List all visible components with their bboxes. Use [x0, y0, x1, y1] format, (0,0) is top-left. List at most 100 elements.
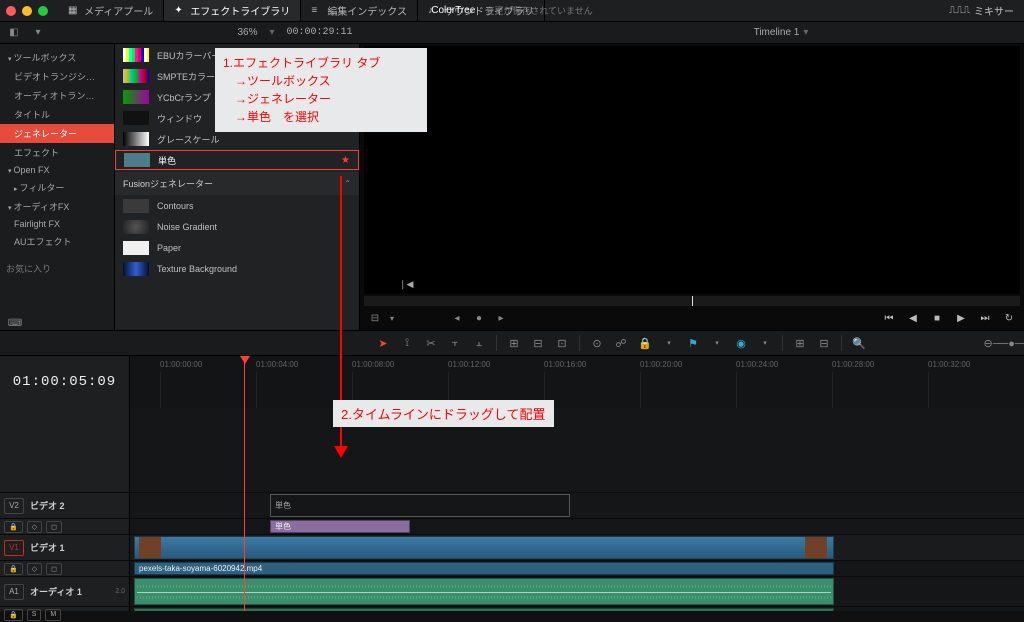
fx-row-solid[interactable]: 単色★: [115, 150, 359, 170]
track-tag[interactable]: V2: [4, 498, 24, 514]
scrub-position[interactable]: [692, 296, 693, 306]
snap-icon[interactable]: ⊙: [588, 334, 606, 352]
playhead-icon[interactable]: [240, 356, 250, 364]
marker-dot-icon[interactable]: ●: [472, 311, 486, 325]
lock-toggle[interactable]: 🔒: [4, 609, 23, 621]
tree-effects[interactable]: エフェクト: [0, 143, 114, 162]
mute-toggle[interactable]: ◻: [46, 563, 62, 575]
tree-au-effects[interactable]: AUエフェクト: [0, 232, 114, 251]
tree-toolbox[interactable]: ツールボックス: [0, 48, 114, 67]
lock-icon[interactable]: 🔒: [636, 334, 654, 352]
tree-titles[interactable]: タイトル: [0, 105, 114, 124]
tree-openfx[interactable]: Open FX: [0, 162, 114, 178]
bin2-icon[interactable]: ⊟: [815, 334, 833, 352]
tree-filters[interactable]: フィルター: [0, 178, 114, 197]
play-icon[interactable]: ▶: [954, 311, 968, 325]
viewer-canvas[interactable]: ❘◀: [364, 46, 1020, 294]
tab-edit-index[interactable]: ≡ 編集インデックス: [301, 0, 418, 21]
track-header-v1[interactable]: V1 ビデオ 1: [0, 534, 129, 560]
favorite-star-icon[interactable]: ★: [341, 155, 350, 166]
timeline-name[interactable]: Timeline 1: [754, 27, 800, 38]
fx-row[interactable]: Texture Background: [115, 259, 359, 279]
tree-favorites[interactable]: お気に入り: [0, 259, 114, 278]
fx-category-fusion[interactable]: Fusionジェネレーター⌃: [115, 172, 359, 195]
step-back-icon[interactable]: ❘◀: [399, 279, 413, 290]
panel-toggle-icon[interactable]: ◧: [6, 25, 22, 41]
fx-row[interactable]: Noise Gradient: [115, 217, 359, 237]
window-controls[interactable]: [6, 6, 48, 16]
tree-video-transitions[interactable]: ビデオトランジシ…: [0, 67, 114, 86]
video-clip[interactable]: [134, 536, 834, 559]
overwrite-clip-icon[interactable]: ⊟: [529, 334, 547, 352]
chevron-down-icon[interactable]: ▾: [390, 314, 394, 323]
tree-fairlight[interactable]: Fairlight FX: [0, 216, 114, 232]
track-v2[interactable]: 単色: [130, 492, 1024, 518]
track-header-a1[interactable]: A1 オーディオ 1 2.0: [0, 576, 129, 606]
mute-toggle[interactable]: M: [45, 609, 61, 621]
close-icon[interactable]: [6, 6, 16, 16]
prev-frame-icon[interactable]: ◀: [906, 311, 920, 325]
tree-audiofx[interactable]: オーディオFX: [0, 197, 114, 216]
lock-toggle[interactable]: 🔒: [4, 563, 23, 575]
solid-clip[interactable]: 単色: [270, 520, 410, 533]
empty-clip-placeholder[interactable]: 単色: [270, 494, 570, 517]
track-header-v2[interactable]: V2 ビデオ 2: [0, 492, 129, 518]
mute-toggle[interactable]: ◻: [46, 521, 62, 533]
solo-toggle[interactable]: S: [27, 609, 42, 621]
marker-icon[interactable]: ◉: [732, 334, 750, 352]
timeline-ruler[interactable]: 01:00:00:0001:00:04:0001:00:08:0001:00:1…: [130, 356, 1024, 408]
loop-icon[interactable]: ↻: [1002, 311, 1016, 325]
last-frame-icon[interactable]: ⏭: [978, 311, 992, 325]
track-tag[interactable]: A1: [4, 584, 24, 600]
prev-marker-icon[interactable]: ◂: [450, 311, 464, 325]
tab-media-pool[interactable]: ▦ メディアプール: [58, 0, 164, 21]
insert-clip-icon[interactable]: ⊞: [505, 334, 523, 352]
ruler-tick: 01:00:00:00: [160, 360, 202, 369]
timecode-display[interactable]: 01:00:05:09: [0, 356, 129, 408]
tab-effects-library[interactable]: ✦ エフェクトライブラリ: [164, 0, 301, 21]
trim-tool-icon[interactable]: ⟟: [398, 334, 416, 352]
next-marker-icon[interactable]: ▸: [494, 311, 508, 325]
lock-toggle[interactable]: 🔒: [4, 521, 23, 533]
chevron-down-icon[interactable]: ▾: [708, 334, 726, 352]
flag-icon[interactable]: ⚑: [684, 334, 702, 352]
tree-audio-transitions[interactable]: オーディオトラン…: [0, 86, 114, 105]
video-clip-label-track[interactable]: pexels-taka-soyama-6020942.mp4: [134, 562, 834, 575]
search-icon[interactable]: 🔍: [850, 334, 868, 352]
track-a1[interactable]: [130, 576, 1024, 606]
append-tool-icon[interactable]: ⫠: [470, 334, 488, 352]
tree-generators[interactable]: ジェネレーター: [0, 124, 114, 143]
scrubber[interactable]: [364, 296, 1020, 306]
audio-clip[interactable]: [134, 578, 834, 605]
fx-row[interactable]: Paper: [115, 238, 359, 258]
link-icon[interactable]: ☍: [612, 334, 630, 352]
list-icon: ≡: [311, 5, 323, 17]
bypass-icon[interactable]: ⊟: [368, 311, 382, 325]
insert-tool-icon[interactable]: ⫟: [446, 334, 464, 352]
first-frame-icon[interactable]: ⏮: [882, 311, 896, 325]
zoom-percent[interactable]: 36%: [237, 27, 257, 38]
minimize-icon[interactable]: [22, 6, 32, 16]
zoom-slider-icon[interactable]: ⊖──●──: [998, 334, 1016, 352]
replace-clip-icon[interactable]: ⊡: [553, 334, 571, 352]
mixer-button[interactable]: ⎍⎍⎍ ミキサー: [949, 3, 1014, 18]
disable-toggle[interactable]: ◇: [27, 563, 42, 575]
playhead-line[interactable]: [244, 356, 245, 611]
track-tag[interactable]: V1: [4, 540, 24, 556]
keyboard-icon[interactable]: ⌨: [0, 312, 30, 334]
track-v1[interactable]: [130, 534, 1024, 560]
audio-clip-label-track[interactable]: pexels-taka-soyama-6020942.mp4: [134, 608, 834, 611]
chevron-down-icon[interactable]: ▾: [30, 25, 46, 41]
fx-row[interactable]: グレースケール: [115, 129, 359, 149]
zoom-icon[interactable]: [38, 6, 48, 16]
bin-icon[interactable]: ⊞: [791, 334, 809, 352]
track-name: ビデオ 1: [30, 541, 65, 554]
fx-row[interactable]: Contours: [115, 196, 359, 216]
stop-icon[interactable]: ■: [930, 311, 944, 325]
chevron-down-icon[interactable]: ▾: [660, 334, 678, 352]
blade-tool-icon[interactable]: ✂: [422, 334, 440, 352]
selection-tool-icon[interactable]: ➤: [374, 334, 392, 352]
timeline-tracks[interactable]: 01:00:00:0001:00:04:0001:00:08:0001:00:1…: [130, 356, 1024, 611]
disable-toggle[interactable]: ◇: [27, 521, 42, 533]
chevron-down-icon[interactable]: ▾: [756, 334, 774, 352]
